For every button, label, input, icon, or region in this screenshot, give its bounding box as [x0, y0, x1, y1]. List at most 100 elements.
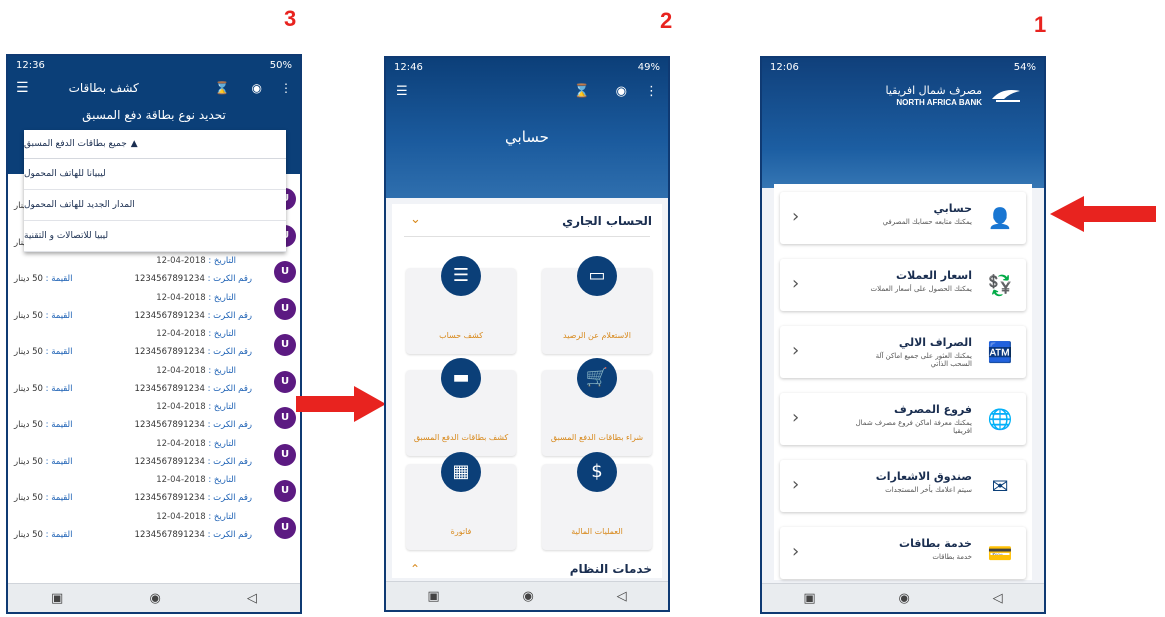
- record-value: القيمة : 50 دينار: [14, 420, 73, 430]
- system-nav-bar: ▣ ◉ ◁: [762, 583, 1044, 612]
- account-icon[interactable]: ◉: [252, 81, 262, 95]
- menu-item-title: خدمة بطاقات: [899, 537, 972, 550]
- tile-account-statement[interactable]: ☰ كشف حساب: [406, 256, 516, 354]
- operator-logo-icon: U: [274, 480, 296, 502]
- phone-screen-my-account: 12:46 49% ☰ ⌛ ◉ ⋮ حسابي الحساب الجاري ⌄ …: [384, 56, 670, 612]
- dropdown-selected[interactable]: ▲ جميع بطاقات الدفع المسبق: [24, 130, 286, 159]
- tile-financial-operations[interactable]: $ العمليات المالية: [542, 452, 652, 550]
- section-current-account: الحساب الجاري: [562, 214, 652, 228]
- phone-screen-home: 12:06 54% مصرف شمال افريقيا NORTH AFRICA…: [760, 56, 1046, 614]
- table-row[interactable]: التاريخ : 2018-04-12 رقم الكرت : 12345678…: [8, 255, 300, 291]
- menu-item[interactable]: اسعار العملات يمكنك الحصول على أسعار العم…: [780, 259, 1026, 311]
- account-icon[interactable]: ◉: [616, 84, 627, 99]
- system-nav-bar: ▣ ◉ ◁: [386, 581, 668, 610]
- menu-item[interactable]: خدمة بطاقات خدمة بطاقات ‹ 💳: [780, 527, 1026, 579]
- tile-balance-inquiry[interactable]: ▭ الاستعلام عن الرصيد: [542, 256, 652, 354]
- record-date: التاريخ : 2018-04-12: [156, 329, 236, 339]
- chevron-up-icon: ▲: [130, 139, 138, 149]
- recents-icon[interactable]: ▣: [427, 589, 439, 604]
- table-row[interactable]: التاريخ : 2018-04-12 رقم الكرت : 12345678…: [8, 328, 300, 364]
- arrow-left-icon: [1050, 196, 1156, 232]
- menu-item-title: الصراف الالي: [898, 336, 972, 349]
- chevron-left-icon: ‹: [792, 273, 800, 294]
- back-icon[interactable]: ◁: [993, 591, 1003, 606]
- chevron-down-icon[interactable]: ⌄: [410, 212, 421, 227]
- home-icon[interactable]: ◉: [149, 591, 160, 606]
- chevron-left-icon: ‹: [792, 340, 800, 361]
- dropdown-option[interactable]: المدار الجديد للهاتف المحمول: [24, 190, 286, 221]
- tile-label: الاستعلام عن الرصيد: [563, 331, 631, 340]
- card-type-dropdown[interactable]: ▲ جميع بطاقات الدفع المسبق ليبيانا للهات…: [24, 130, 286, 252]
- dropdown-selected-label: جميع بطاقات الدفع المسبق: [24, 139, 127, 149]
- more-icon[interactable]: ⋮: [280, 81, 292, 95]
- record-date: التاريخ : 2018-04-12: [156, 402, 236, 412]
- menu-item-subtitle: خدمة بطاقات: [932, 553, 972, 561]
- hourglass-icon[interactable]: ⌛: [215, 81, 230, 95]
- wallet-icon: ▭: [577, 256, 617, 296]
- operator-logo-icon: U: [274, 297, 296, 320]
- services-panel: الحساب الجاري ⌄ ▭ الاستعلام عن الرصيد ☰ …: [392, 204, 662, 578]
- menu-item[interactable]: الصراف الالي يمكنك العثور على جميع اماكن …: [780, 326, 1026, 378]
- back-icon[interactable]: ◁: [617, 589, 627, 604]
- bank-logo-icon: [992, 90, 1020, 102]
- tile-prepaid-cards-statement[interactable]: ▬ كشف بطاقات الدفع المسبق: [406, 358, 516, 456]
- battery-level: 50%: [269, 59, 292, 71]
- menu-item-icon: 👤: [987, 206, 1013, 230]
- record-card-number: رقم الكرت : 1234567891234: [134, 420, 252, 430]
- menu-item-subtitle: سيتم اعلامك بأخر المستجدات: [885, 486, 972, 494]
- app-bar: ☰ كشف بطاقات ⌛ ◉ ⋮: [8, 74, 300, 102]
- table-row[interactable]: التاريخ : 2018-04-12 رقم الكرت : 12345678…: [8, 511, 300, 547]
- home-icon[interactable]: ◉: [898, 591, 909, 606]
- status-time: 12:06: [770, 61, 799, 73]
- bank-name-arabic: مصرف شمال افريقيا: [885, 84, 983, 97]
- table-row[interactable]: التاريخ : 2018-04-12 رقم الكرت : 12345678…: [8, 438, 300, 474]
- menu-item-subtitle: يمكنك الحصول على أسعار العملات: [870, 285, 972, 293]
- chevron-left-icon: ‹: [792, 541, 800, 562]
- table-row[interactable]: التاريخ : 2018-04-12 رقم الكرت : 12345678…: [8, 474, 300, 510]
- record-date: التاريخ : 2018-04-12: [156, 511, 236, 522]
- tile-label: العمليات المالية: [571, 527, 623, 536]
- recents-icon[interactable]: ▣: [803, 591, 815, 606]
- menu-item[interactable]: فروع المصرف يمكنك معرفة اماكن فروع مصرف ش…: [780, 393, 1026, 445]
- back-icon[interactable]: ◁: [247, 591, 257, 606]
- qr-code-icon: ▦: [441, 452, 481, 492]
- menu-item-icon: 💳: [987, 541, 1013, 565]
- tile-buy-prepaid-cards[interactable]: 🛒 شراء بطاقات الدفع المسبق: [542, 358, 652, 456]
- more-icon[interactable]: ⋮: [645, 84, 658, 99]
- record-value: القيمة : 50 دينار: [14, 493, 73, 503]
- table-row[interactable]: التاريخ : 2018-04-12 رقم الكرت : 12345678…: [8, 401, 300, 437]
- chevron-up-icon[interactable]: ⌃: [410, 562, 420, 576]
- recents-icon[interactable]: ▣: [51, 591, 63, 606]
- menu-item-title: فروع المصرف: [894, 403, 972, 416]
- menu-item[interactable]: حسابي يمكنك متابعه حسابك المصرفي ‹ 👤: [780, 192, 1026, 244]
- record-card-number: رقم الكرت : 1234567891234: [134, 493, 252, 503]
- record-value: القيمة : 50 دينار: [14, 529, 73, 540]
- menu-item-title: حسابي: [933, 202, 972, 215]
- record-value: القيمة : 50 دينار: [14, 274, 73, 284]
- table-row[interactable]: التاريخ : 2018-04-12 رقم الكرت : 12345678…: [8, 365, 300, 401]
- menu-item[interactable]: صندوق الاشعارات سيتم اعلامك بأخر المستجدا…: [780, 460, 1026, 512]
- arrow-right-icon: [296, 386, 386, 422]
- chevron-left-icon: ‹: [792, 407, 800, 428]
- tile-label: كشف حساب: [439, 331, 483, 340]
- hourglass-icon[interactable]: ⌛: [573, 84, 589, 99]
- home-icon[interactable]: ◉: [522, 589, 533, 604]
- menu-item-subtitle: يمكنك متابعه حسابك المصرفي: [882, 218, 972, 226]
- screen-title: كشف بطاقات: [68, 81, 139, 95]
- record-card-number: رقم الكرت : 1234567891234: [134, 383, 252, 394]
- dropdown-option[interactable]: ليبيانا للهاتف المحمول: [24, 159, 286, 190]
- tile-bill[interactable]: ▦ فاتورة: [406, 452, 516, 550]
- tile-label: شراء بطاقات الدفع المسبق: [550, 433, 644, 442]
- record-value: القيمة : 50 دينار: [14, 347, 73, 357]
- table-row[interactable]: التاريخ : 2018-04-12 رقم الكرت : 12345678…: [8, 292, 300, 328]
- menu-icon[interactable]: ☰: [396, 84, 408, 99]
- header-banner: 12:06 54% مصرف شمال افريقيا NORTH AFRICA…: [762, 58, 1044, 188]
- record-card-number: رقم الكرت : 1234567891234: [134, 347, 252, 357]
- record-date: التاريخ : 2018-04-12: [156, 438, 236, 449]
- step-number-2: 2: [660, 8, 673, 33]
- menu-icon[interactable]: ☰: [16, 80, 29, 96]
- tile-label: كشف بطاقات الدفع المسبق: [413, 433, 509, 442]
- dropdown-option[interactable]: ليبيا للاتصالات و التقنية: [24, 221, 286, 252]
- operator-logo-icon: U: [274, 334, 296, 356]
- operator-logo-icon: U: [274, 516, 296, 539]
